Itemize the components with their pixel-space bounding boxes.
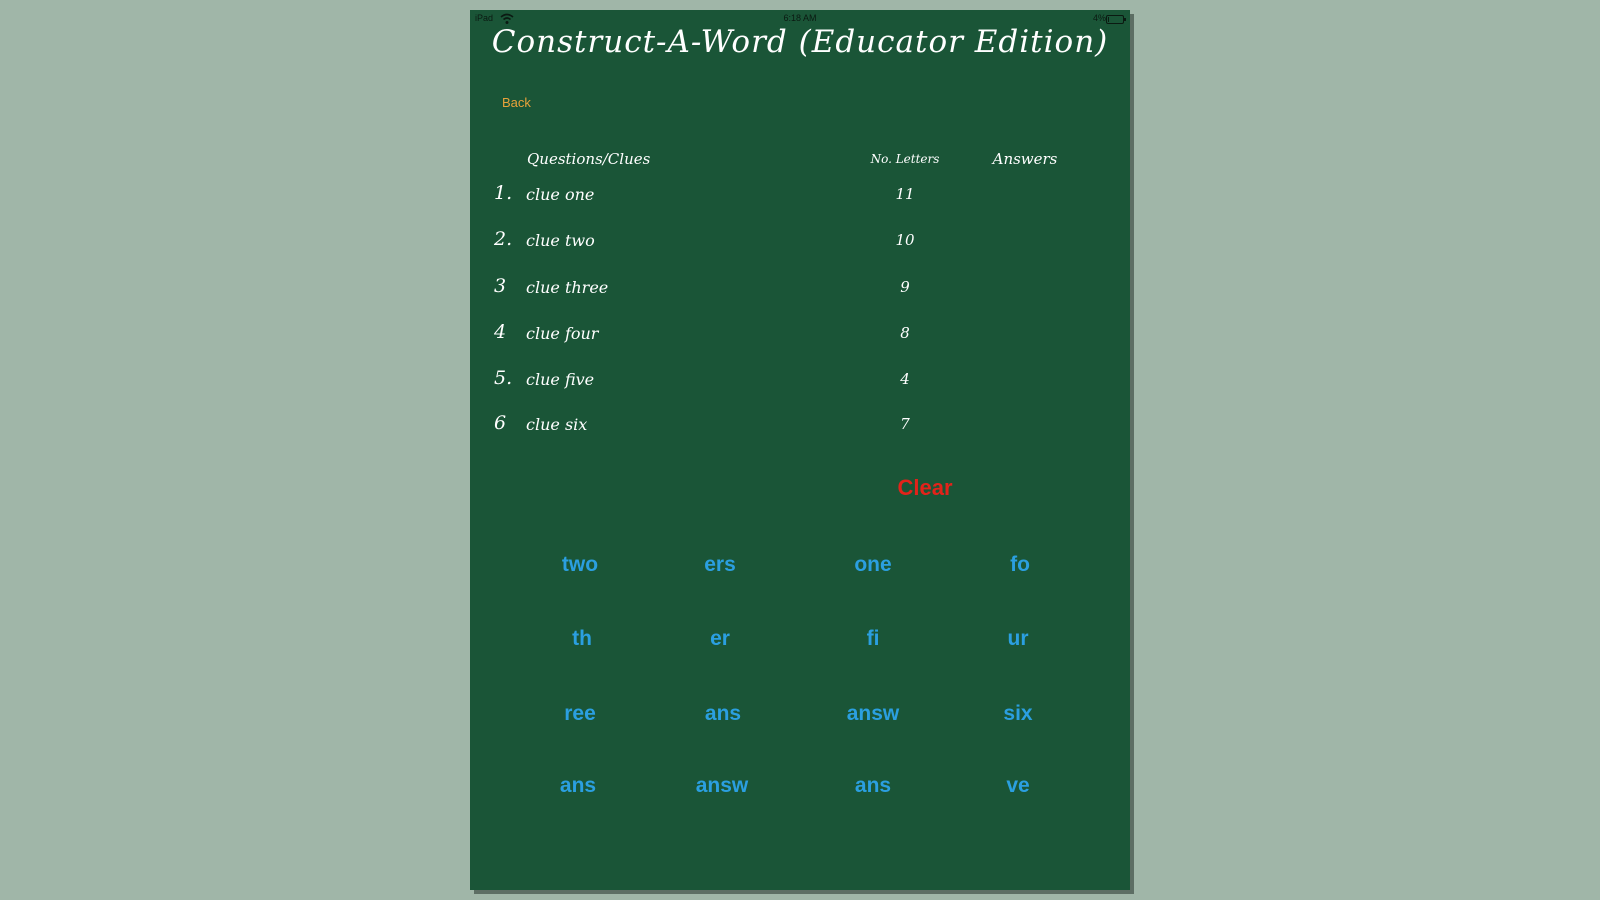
header-questions-clues: Questions/Clues [527,150,651,168]
letter-count: 8 [900,324,910,342]
word-part-tile[interactable]: fi [813,627,933,651]
clue-row: 3 clue three 9 [470,275,1130,305]
word-part-tile[interactable]: fo [960,553,1080,577]
letter-count: 4 [900,370,910,388]
word-part-tile[interactable]: ans [518,774,638,798]
clear-button[interactable]: Clear [870,475,980,501]
clue-number: 3 [494,275,507,297]
letter-count: 9 [900,278,910,296]
clue-row: 4 clue four 8 [470,321,1130,351]
page-title: Construct-A-Word (Educator Edition) [491,24,1109,60]
word-part-tile[interactable]: er [660,627,780,651]
clue-text: clue two [526,231,595,250]
back-button[interactable]: Back [502,95,531,110]
word-part-tile[interactable]: ans [813,774,933,798]
clue-row: 2. clue two 10 [470,228,1130,258]
clue-text: clue one [526,185,595,204]
word-part-tile[interactable]: answ [662,774,782,798]
clue-number: 1. [494,182,513,204]
word-part-tile[interactable]: th [522,627,642,651]
header-answers: Answers [992,150,1058,168]
clue-text: clue four [526,324,599,343]
clue-text: clue three [526,278,609,297]
word-part-tile[interactable]: ans [663,702,783,726]
letter-count: 11 [895,185,915,203]
word-part-tile[interactable]: one [813,553,933,577]
clue-row: 6 clue six 7 [470,412,1130,442]
battery-icon [1106,15,1126,24]
word-part-tile[interactable]: ree [520,702,640,726]
clue-row: 5. clue five 4 [470,367,1130,397]
letter-count: 7 [900,415,910,433]
word-part-tile[interactable]: ers [660,553,780,577]
ipad-screen: iPad 6:18 AM 4% Construct-A-Word (Educat… [470,10,1130,890]
clue-text: clue five [526,370,595,389]
word-part-tile[interactable]: ve [958,774,1078,798]
word-part-tile[interactable]: ur [958,627,1078,651]
letter-count: 10 [895,231,915,249]
word-part-tile[interactable]: six [958,702,1078,726]
clue-number: 5. [494,367,513,389]
battery-fill [1108,17,1109,22]
header-no-letters: No. Letters [870,152,940,166]
clue-row: 1. clue one 11 [470,182,1130,212]
word-part-tile[interactable]: two [520,553,640,577]
clue-number: 6 [494,412,507,434]
clue-number: 4 [494,321,507,343]
clue-text: clue six [526,415,588,434]
word-part-tile[interactable]: answ [813,702,933,726]
clue-number: 2. [494,228,513,250]
